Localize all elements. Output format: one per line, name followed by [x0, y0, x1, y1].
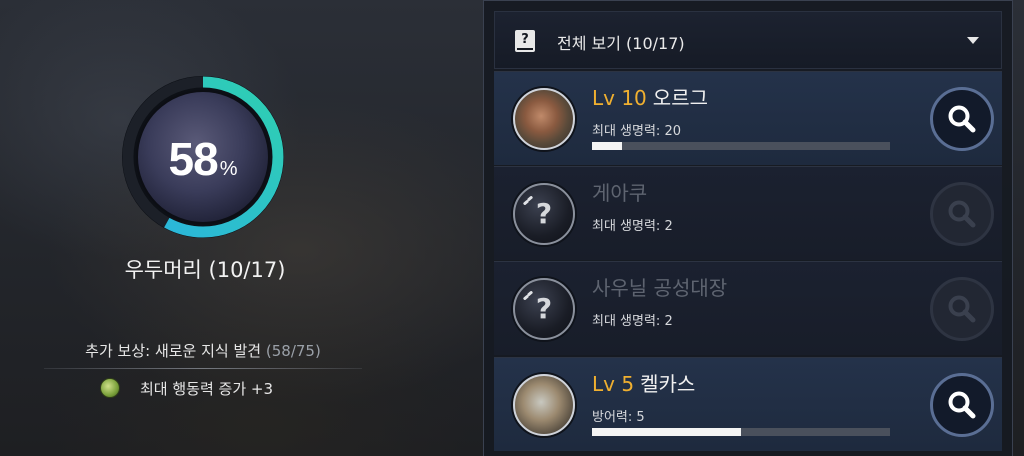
- progress-percent-value: 58: [168, 133, 219, 185]
- boss-list-item[interactable]: ? 사우닐 공성대장최대 생명력: 2: [494, 261, 1002, 355]
- magnifier-icon: [948, 200, 976, 228]
- question-mark-icon: ?: [535, 197, 553, 230]
- boss-name-text: 사우닐 공성대장: [592, 276, 728, 300]
- reward-count: (58/75): [265, 342, 321, 360]
- magnifier-icon: [948, 295, 976, 323]
- search-button: [930, 277, 994, 341]
- reward-label: 추가 보상: 새로운 지식 발견: [85, 342, 262, 360]
- knowledge-progress-bar: [592, 142, 890, 150]
- boss-level: Lv 10: [592, 86, 647, 110]
- triangle-down-icon[interactable]: [967, 37, 979, 44]
- boss-stat: 최대 생명력: 2: [592, 314, 673, 329]
- boss-list-panel: ? 전체 보기 (10/17) Lv 10 오르그 최대 생명력: 20? 게아쿠 최대…: [483, 0, 1013, 456]
- boss-name: Lv 5 켈카스: [592, 368, 695, 397]
- reward-line: 추가 보상: 새로운 지식 발견 (58/75): [44, 340, 362, 361]
- progress-percent: 58%: [118, 132, 288, 186]
- boss-level: Lv 5: [592, 372, 635, 396]
- reward-item: 최대 행동력 증가 +3: [100, 378, 273, 398]
- boss-list-item[interactable]: Lv 10 오르그최대 생명력: 20: [494, 71, 1002, 165]
- boss-name: Lv 10 오르그: [592, 82, 708, 111]
- boss-stat: 최대 생명력: 2: [592, 219, 673, 234]
- unknown-portrait: ?: [513, 183, 575, 245]
- reward-divider: [44, 368, 362, 369]
- search-button[interactable]: [930, 373, 994, 437]
- boss-name: 사우닐 공성대장: [592, 272, 727, 301]
- kelcas-portrait: [513, 374, 575, 436]
- knowledge-progress-fill: [592, 142, 622, 150]
- search-button[interactable]: [930, 87, 994, 151]
- magnifier-icon: [948, 391, 976, 419]
- magnifier-icon: [948, 105, 976, 133]
- filter-dropdown[interactable]: ? 전체 보기 (10/17): [494, 11, 1002, 69]
- boss-name-text: 오르그: [652, 86, 708, 110]
- boss-name-text: 켈카스: [640, 372, 696, 396]
- book-question-icon: ?: [515, 30, 535, 52]
- search-button: [930, 182, 994, 246]
- unknown-portrait: ?: [513, 278, 575, 340]
- reward-item-text: 최대 행동력 증가 +3: [140, 379, 274, 398]
- collection-title: 우두머리 (10/17): [124, 258, 286, 282]
- boss-name: 게아쿠: [592, 177, 647, 206]
- filter-label: 전체 보기 (10/17): [557, 34, 685, 53]
- question-mark-icon: ?: [535, 292, 553, 325]
- boss-stat: 방어력: 5: [592, 410, 645, 425]
- progress-percent-symbol: %: [219, 158, 238, 180]
- boss-list-item[interactable]: ? 게아쿠최대 생명력: 2: [494, 166, 1002, 260]
- boss-stat: 최대 생명력: 20: [592, 124, 681, 139]
- knowledge-progress-fill: [592, 428, 741, 436]
- knowledge-progress-bar: [592, 428, 890, 436]
- boss-list-item[interactable]: Lv 5 켈카스방어력: 5: [494, 357, 1002, 451]
- boss-name-text: 게아쿠: [592, 181, 648, 205]
- orc-portrait: [513, 88, 575, 150]
- leaf-icon: [100, 378, 120, 398]
